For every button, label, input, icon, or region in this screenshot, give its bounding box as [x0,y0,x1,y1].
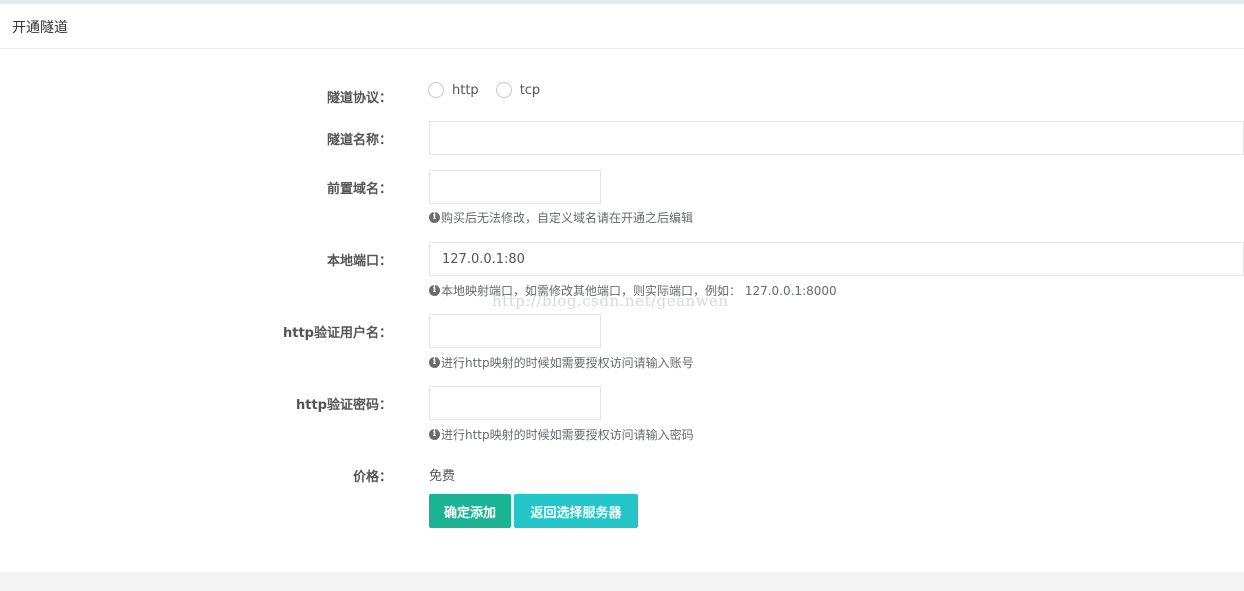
tunnel-name-label: 隧道名称： [326,133,392,148]
http-user-help-text: 进行http映射的时候如需要授权访问请输入账号 [441,356,694,370]
tunnel-name-input[interactable] [429,121,1244,155]
info-icon: i [429,285,440,296]
domain-help: i 购买后无法修改，自定义域名请在开通之后编辑 [429,209,693,226]
http-user-help: i 进行http映射的时候如需要授权访问请输入账号 [429,354,694,371]
radio-http[interactable] [428,82,444,98]
http-user-label: http验证用户名： [283,326,392,341]
protocol-option-http-label: http [452,82,479,98]
info-icon: i [429,429,440,440]
protocol-option-tcp-label: tcp [519,82,541,98]
protocol-option-tcp[interactable]: tcp [495,82,541,98]
panel-title: 开通隧道 [12,20,68,36]
info-icon: i [429,357,440,368]
domain-help-text: 购买后无法修改，自定义域名请在开通之后编辑 [441,211,694,225]
domain-label: 前置域名： [326,182,392,197]
local-port-input[interactable] [429,242,1244,276]
http-pass-input[interactable] [429,386,601,420]
panel-header: 开通隧道 [0,4,1244,49]
http-pass-help: i 进行http映射的时候如需要授权访问请输入密码 [429,426,694,443]
confirm-add-button[interactable]: 确定添加 [429,494,511,528]
watermark: http://blog.csdn.net/geanwen [492,292,729,310]
protocol-label: 隧道协议： [326,91,392,106]
http-pass-label: http验证密码： [296,398,392,413]
back-to-server-button[interactable]: 返回选择服务器 [514,494,638,528]
radio-tcp[interactable] [495,82,512,98]
http-user-input[interactable] [429,314,601,348]
price-label: 价格： [352,470,392,485]
local-port-label: 本地端口： [326,254,392,269]
price-value: 免费 [429,469,456,484]
protocol-option-http[interactable]: http [428,82,479,98]
http-pass-help-text: 进行http映射的时候如需要授权访问请输入密码 [441,428,694,442]
info-icon: i [429,212,440,223]
protocol-radio-group: http tcp [428,82,557,98]
domain-input[interactable] [429,170,601,204]
